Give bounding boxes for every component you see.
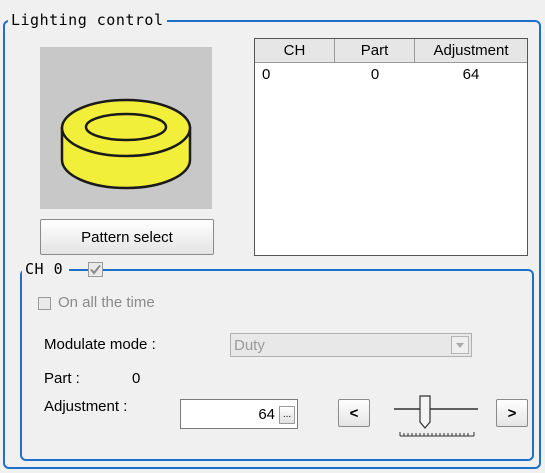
lighting-control-title: Lighting control (8, 11, 167, 29)
channel-table: CH Part Adjustment 0 0 64 (254, 38, 528, 256)
decrease-button[interactable]: < (338, 399, 370, 427)
cell-part: 0 (370, 65, 380, 83)
modulate-mode-select[interactable]: Duty (230, 333, 472, 357)
adjustment-label: Adjustment : (44, 398, 128, 415)
pattern-preview-image (40, 47, 212, 209)
adjustment-input[interactable]: 64 ... (180, 399, 298, 429)
dropdown-arrow-icon[interactable] (451, 336, 469, 354)
modulate-mode-label: Modulate mode : (44, 336, 156, 353)
cell-adjustment: 64 (462, 65, 480, 83)
ring-pattern-icon (60, 98, 192, 190)
column-header-adjustment[interactable]: Adjustment (415, 39, 527, 62)
adjustment-value: 64 (258, 406, 275, 423)
table-header: CH Part Adjustment (255, 39, 527, 63)
channel-enable-checkbox[interactable] (88, 262, 103, 277)
adjustment-ellipsis-button[interactable]: ... (279, 406, 295, 424)
pattern-select-button[interactable]: Pattern select (40, 219, 214, 255)
on-all-time-checkbox[interactable] (38, 297, 51, 310)
cell-ch: 0 (262, 65, 271, 83)
part-value: 0 (132, 370, 141, 387)
modulate-mode-value: Duty (234, 337, 265, 354)
channel-group-title: CH 0 (22, 260, 70, 278)
slider-thumb-icon[interactable] (419, 395, 431, 429)
column-header-ch[interactable]: CH (255, 39, 335, 62)
table-row[interactable]: 0 0 64 (255, 63, 527, 85)
on-all-time-label: On all the time (58, 294, 155, 311)
column-header-part[interactable]: Part (335, 39, 415, 62)
channel-title-text: CH 0 (25, 260, 64, 278)
adjustment-slider[interactable] (388, 392, 480, 440)
increase-button[interactable]: > (496, 399, 528, 427)
part-label: Part : (44, 370, 80, 387)
checkmark-icon (90, 264, 101, 275)
